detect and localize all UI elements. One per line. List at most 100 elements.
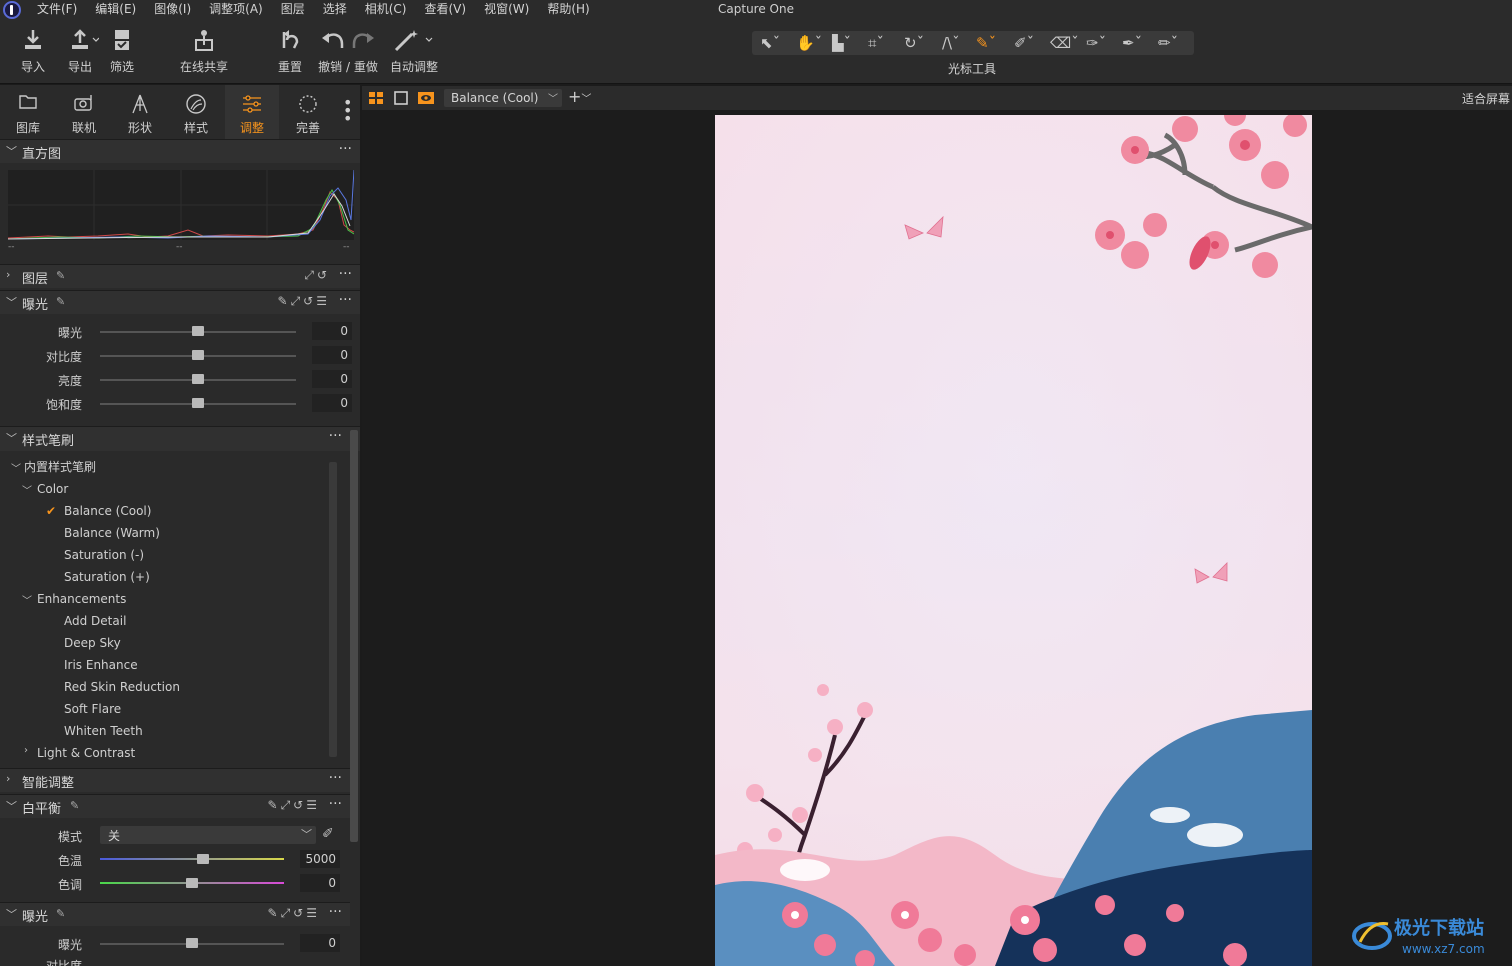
exposure-header[interactable]: ﹀ 曝光 ✎ ✎⤢↺☰ ··· xyxy=(0,290,360,314)
more-tabs-icon[interactable]: • • • xyxy=(343,95,352,127)
keystone-icon[interactable]: ▙ˇ xyxy=(832,32,851,54)
menu-image[interactable]: 图像(I) xyxy=(145,0,200,19)
panel-scrollbar[interactable] xyxy=(350,430,358,842)
slider-value[interactable]: 0 xyxy=(300,934,340,952)
more-options-icon[interactable]: ··· xyxy=(329,796,342,812)
layers-header[interactable]: › 图层 ✎ ⤢↺ ··· xyxy=(0,264,360,288)
tab-tethered[interactable]: 联机 xyxy=(58,93,110,136)
photo-canvas[interactable] xyxy=(715,115,1312,966)
tab-library[interactable]: 图库 xyxy=(2,93,54,136)
header-actions-icon[interactable]: ✎⤢↺☰ xyxy=(268,798,320,813)
more-options-icon[interactable]: ··· xyxy=(329,428,342,444)
menu-window[interactable]: 视窗(W) xyxy=(475,0,538,19)
list-group-light-contrast[interactable]: Light & Contrast xyxy=(37,745,135,761)
wb-mode-select[interactable]: 关 ﹀ xyxy=(100,826,316,844)
list-item[interactable]: Iris Enhance xyxy=(64,657,138,673)
menu-help[interactable]: 帮助(H) xyxy=(538,0,598,19)
select-cursor-icon[interactable]: ⬉ˇ xyxy=(760,32,780,54)
white-balance-header[interactable]: ﹀ 白平衡 ✎ ✎⤢↺☰ ··· xyxy=(0,794,350,818)
slider-value[interactable]: 0 xyxy=(312,346,352,364)
slider-knob[interactable] xyxy=(192,350,204,360)
menu-adjustments[interactable]: 调整项(A) xyxy=(200,0,272,19)
tab-lens[interactable]: 形状 xyxy=(114,93,166,136)
magic-wand-icon xyxy=(392,28,436,52)
brush-icon[interactable]: ✎ˇ xyxy=(976,32,996,54)
picker-icon[interactable]: ✑ˇ xyxy=(1086,32,1106,54)
app-logo-icon[interactable] xyxy=(3,1,21,19)
undo-redo-button[interactable]: 撤销 / 重做 xyxy=(318,28,378,75)
style-brush-header[interactable]: ﹀ 样式笔刷 ··· xyxy=(0,426,360,451)
list-item[interactable]: Deep Sky xyxy=(64,635,121,651)
wb-temp-track[interactable] xyxy=(100,858,284,860)
exposure-slider-row: 曝光 0 xyxy=(0,320,360,344)
list-item[interactable]: Soft Flare xyxy=(64,701,121,717)
slider-knob[interactable] xyxy=(192,398,204,408)
hand-icon[interactable]: ✋ˇ xyxy=(796,32,822,54)
eraser-icon[interactable]: ⌫ˇ xyxy=(1050,32,1079,54)
slider-value[interactable]: 0 xyxy=(312,394,352,412)
tab-styles[interactable]: 样式 xyxy=(170,93,222,136)
slider-knob[interactable] xyxy=(197,854,209,864)
share-button[interactable]: 在线共享 xyxy=(178,28,230,75)
wb-tint-value[interactable]: 0 xyxy=(300,874,340,892)
tab-refine[interactable]: 完善 xyxy=(282,93,334,136)
more-options-icon[interactable]: ··· xyxy=(329,770,342,786)
list-item[interactable]: Saturation (-) xyxy=(64,547,144,563)
export-button[interactable]: 导出 xyxy=(62,28,100,75)
single-view-icon[interactable] xyxy=(393,91,409,108)
menu-view[interactable]: 查看(V) xyxy=(416,0,476,19)
grid-view-icon[interactable] xyxy=(368,91,384,108)
smart-adjust-header[interactable]: › 智能调整 ··· xyxy=(0,768,350,792)
list-item[interactable]: Add Detail xyxy=(64,613,126,629)
more-options-icon[interactable]: ··· xyxy=(339,141,352,157)
annotate-icon[interactable]: ✒ˇ xyxy=(1122,32,1142,54)
fit-screen-label[interactable]: 适合屏幕 xyxy=(1462,90,1510,107)
menu-camera[interactable]: 相机(C) xyxy=(356,0,416,19)
slider-knob[interactable] xyxy=(192,326,204,336)
slider-value[interactable]: 0 xyxy=(312,370,352,388)
list-group-color[interactable]: Color xyxy=(37,481,68,497)
brush-list-scrollbar[interactable] xyxy=(329,462,337,757)
header-actions-icon[interactable]: ⤢↺ xyxy=(304,268,330,283)
filter-button[interactable]: 筛选 xyxy=(108,28,136,75)
auto-adjust-button[interactable]: 自动调整 xyxy=(389,28,439,75)
add-icon[interactable]: +﹀ xyxy=(568,87,591,106)
straighten-icon[interactable]: /\ˇ xyxy=(942,32,960,54)
more-options-icon[interactable]: ··· xyxy=(339,292,352,308)
wb-mode-value: 关 xyxy=(108,829,121,843)
export-icon xyxy=(69,28,100,52)
tab-adjust[interactable]: 调整 xyxy=(226,93,278,136)
proof-view-icon[interactable] xyxy=(417,91,435,108)
list-item[interactable]: Saturation (+) xyxy=(64,569,150,585)
list-item[interactable]: Red Skin Reduction xyxy=(64,679,180,695)
menu-edit[interactable]: 编辑(E) xyxy=(86,0,145,19)
menu-layers[interactable]: 图层 xyxy=(272,0,314,19)
wb-temp-value[interactable]: 5000 xyxy=(300,850,340,868)
list-item[interactable]: Balance (Cool) xyxy=(64,503,151,519)
header-actions-icon[interactable]: ✎⤢↺☰ xyxy=(268,906,320,921)
pen-icon[interactable]: ✏ˇ xyxy=(1158,32,1178,54)
header-actions-icon[interactable]: ✎⤢↺☰ xyxy=(278,294,330,309)
eyedropper-icon[interactable]: ✐ xyxy=(322,826,334,842)
wb-tint-row: 色调 0 xyxy=(0,872,360,896)
crop-icon[interactable]: ⌗ˇ xyxy=(868,32,884,54)
exposure-header-2[interactable]: ﹀ 曝光 ✎ ✎⤢↺☰ ··· xyxy=(0,902,350,926)
list-item[interactable]: Whiten Teeth xyxy=(64,723,143,739)
slider-knob[interactable] xyxy=(192,374,204,384)
rotate-icon[interactable]: ↻ˇ xyxy=(904,32,924,54)
style-select[interactable]: Balance (Cool) ﹀ xyxy=(444,89,562,107)
list-group-enhancements[interactable]: Enhancements xyxy=(37,591,126,607)
import-button[interactable]: 导入 xyxy=(18,28,48,75)
menu-select[interactable]: 选择 xyxy=(314,0,356,19)
slider-knob[interactable] xyxy=(186,938,198,948)
more-options-icon[interactable]: ··· xyxy=(329,904,342,920)
slider-value[interactable]: 0 xyxy=(312,322,352,340)
more-options-icon[interactable]: ··· xyxy=(339,266,352,282)
reset-button[interactable]: 重置 xyxy=(276,28,304,75)
heal-icon[interactable]: ✐ˇ xyxy=(1014,32,1034,54)
list-item[interactable]: Balance (Warm) xyxy=(64,525,160,541)
histogram-header[interactable]: ﹀ 直方图 ··· xyxy=(0,139,360,163)
list-group-builtin[interactable]: 内置样式笔刷 xyxy=(24,459,96,475)
menu-file[interactable]: 文件(F) xyxy=(28,0,86,19)
slider-knob[interactable] xyxy=(186,878,198,888)
